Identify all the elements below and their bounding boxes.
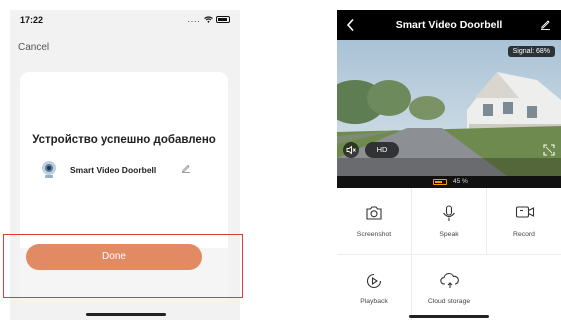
control-label: Speak — [439, 231, 459, 238]
cloud-storage-button[interactable]: Cloud storage — [412, 255, 486, 320]
record-button[interactable]: Record — [487, 188, 561, 254]
control-label: Playback — [360, 298, 388, 305]
speak-button[interactable]: Speak — [412, 188, 486, 254]
doorbell-live-screen: Smart Video Doorbell Signal: 68% HD 45 %… — [337, 10, 561, 320]
pencil-icon[interactable] — [181, 163, 191, 173]
battery-percent: 45 % — [453, 178, 468, 185]
status-time: 17:22 — [20, 15, 44, 25]
page-title: Smart Video Doorbell — [395, 19, 503, 31]
control-label: Record — [513, 231, 535, 238]
home-indicator — [409, 315, 489, 318]
mute-button[interactable] — [343, 142, 359, 158]
signal-badge: Signal: 68% — [507, 46, 555, 57]
pencil-icon[interactable] — [540, 19, 551, 30]
device-row: Smart Video Doorbell — [40, 160, 210, 180]
speaker-mute-icon — [346, 145, 356, 155]
quality-button[interactable]: HD — [365, 142, 399, 158]
cancel-button[interactable]: Cancel — [18, 42, 49, 53]
battery-level-icon — [433, 179, 447, 185]
camera-icon — [42, 161, 56, 178]
status-bar: 17:22 .... — [10, 10, 240, 30]
cloud-sync-icon — [440, 272, 459, 288]
video-camera-icon — [515, 206, 535, 218]
status-icons: .... — [188, 15, 230, 24]
screenshot-composite: 17:22 .... Cancel Устройство успешно доб… — [0, 0, 561, 320]
screenshot-button[interactable]: Screenshot — [337, 188, 411, 254]
playback-button[interactable]: Playback — [337, 255, 411, 320]
signal-icon: .... — [187, 15, 201, 24]
microphone-icon — [443, 205, 455, 221]
highlight-box — [3, 234, 243, 298]
playback-icon — [366, 273, 382, 289]
control-label: Screenshot — [356, 231, 392, 238]
success-title: Устройство успешно добавлено — [32, 134, 216, 146]
fullscreen-icon[interactable] — [543, 144, 555, 156]
battery-strip: 45 % — [337, 176, 561, 188]
home-indicator — [86, 313, 166, 316]
control-label: Cloud storage — [427, 298, 471, 305]
nav-bar: Smart Video Doorbell — [337, 10, 561, 40]
wifi-icon — [203, 16, 213, 24]
control-grid: Screenshot Speak Record Playback Cloud s… — [337, 188, 561, 320]
camera-icon — [366, 206, 382, 220]
device-name: Smart Video Doorbell — [70, 165, 157, 175]
battery-icon — [216, 16, 230, 24]
live-video[interactable]: Signal: 68% HD — [337, 40, 561, 176]
